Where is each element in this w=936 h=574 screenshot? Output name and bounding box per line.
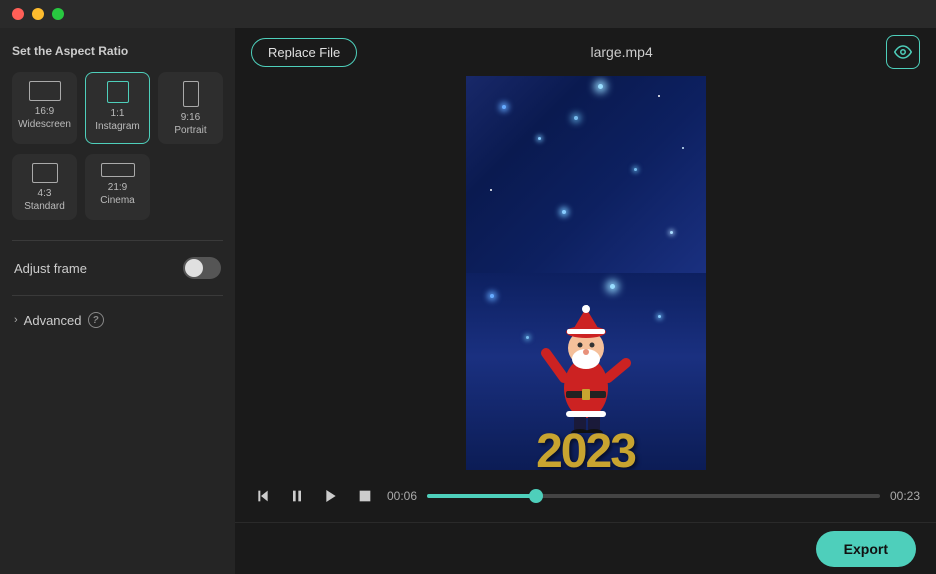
aspect-ratio-9-16[interactable]: 9:16Portrait: [158, 72, 223, 144]
replace-file-button[interactable]: Replace File: [251, 38, 357, 67]
aspect-label-9-16: 9:16Portrait: [174, 111, 206, 137]
divider: [12, 240, 223, 241]
current-time: 00:06: [387, 489, 417, 503]
main-layout: Set the Aspect Ratio 16:9Widescreen 1:1I…: [0, 28, 936, 574]
play-pause-button[interactable]: [285, 484, 309, 508]
aspect-ratio-1-1[interactable]: 1:1Instagram: [85, 72, 150, 144]
player-controls: 00:06 00:23: [235, 470, 936, 522]
aspect-label-1-1: 1:1Instagram: [95, 107, 139, 133]
bottom-bar: Export: [235, 522, 936, 574]
aspect-ratio-grid-row2: 4:3Standard 21:9Cinema: [12, 154, 223, 220]
santa-figure: [541, 303, 631, 433]
adjust-frame-toggle[interactable]: [183, 257, 221, 279]
aspect-label-21-9: 21:9Cinema: [100, 181, 134, 207]
aspect-label-16-9: 16:9Widescreen: [18, 105, 71, 131]
year-display: 2023: [536, 424, 635, 470]
video-container: 2023: [466, 76, 706, 470]
aspect-icon-1-1: [107, 81, 129, 103]
chevron-right-icon: ›: [14, 314, 18, 326]
info-icon[interactable]: ?: [88, 312, 104, 328]
aspect-ratio-grid-row1: 16:9Widescreen 1:1Instagram 9:16Portrait: [12, 72, 223, 144]
total-time: 00:23: [890, 489, 920, 503]
advanced-label: Advanced: [24, 313, 82, 328]
aspect-ratio-4-3[interactable]: 4:3Standard: [12, 154, 77, 220]
sidebar-title: Set the Aspect Ratio: [12, 44, 223, 58]
sidebar: Set the Aspect Ratio 16:9Widescreen 1:1I…: [0, 28, 235, 574]
export-button[interactable]: Export: [816, 531, 916, 567]
progress-bar[interactable]: [427, 494, 880, 498]
progress-fill: [427, 494, 536, 498]
minimize-button[interactable]: [32, 8, 44, 20]
aspect-ratio-21-9[interactable]: 21:9Cinema: [85, 154, 150, 220]
aspect-icon-4-3: [32, 163, 58, 183]
step-back-button[interactable]: [251, 484, 275, 508]
video-top-half: [466, 76, 706, 273]
aspect-icon-9-16: [183, 81, 199, 107]
content-area: Replace File large.mp4: [235, 28, 936, 574]
toggle-knob: [185, 259, 203, 277]
close-button[interactable]: [12, 8, 24, 20]
adjust-frame-row: Adjust frame: [12, 253, 223, 283]
play-button[interactable]: [319, 484, 343, 508]
top-bar: Replace File large.mp4: [235, 28, 936, 76]
video-preview: 2023: [235, 76, 936, 470]
adjust-frame-label: Adjust frame: [14, 261, 87, 276]
advanced-row[interactable]: › Advanced ?: [12, 308, 223, 332]
stop-button[interactable]: [353, 484, 377, 508]
aspect-ratio-16-9[interactable]: 16:9Widescreen: [12, 72, 77, 144]
titlebar: [0, 0, 936, 28]
aspect-icon-16-9: [29, 81, 61, 101]
divider2: [12, 295, 223, 296]
maximize-button[interactable]: [52, 8, 64, 20]
video-bottom-half: 2023: [466, 273, 706, 470]
aspect-icon-21-9: [101, 163, 135, 177]
file-name: large.mp4: [591, 44, 653, 60]
progress-thumb[interactable]: [529, 489, 543, 503]
eye-button[interactable]: [886, 35, 920, 69]
aspect-label-4-3: 4:3Standard: [24, 187, 65, 213]
